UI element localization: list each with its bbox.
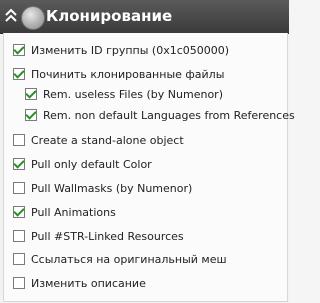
checkbox[interactable] <box>25 88 37 100</box>
option-reference-original-mesh[interactable]: Ссылаться на оригинальный меш <box>13 250 227 268</box>
option-label: Pull Wallmasks (by Numenor) <box>31 181 193 195</box>
option-label: Pull #STR-Linked Resources <box>31 229 184 243</box>
option-pull-str-linked-resources[interactable]: Pull #STR-Linked Resources <box>13 227 184 245</box>
option-label: Create a stand-alone object <box>31 133 184 147</box>
option-pull-wallmasks[interactable]: Pull Wallmasks (by Numenor) <box>13 179 192 197</box>
option-label: Изменить описание <box>31 276 146 290</box>
checkbox[interactable] <box>13 230 25 242</box>
cloning-panel: Клонирование Изменить ID группы (0x1c050… <box>0 0 295 303</box>
option-remove-useless-files[interactable]: Rem. useless Files (by Numenor) <box>25 85 223 103</box>
checkbox[interactable] <box>13 253 25 265</box>
option-fix-cloned-files[interactable]: Починить клонированные файлы <box>13 65 224 83</box>
disk-icon <box>21 6 45 30</box>
checkbox[interactable] <box>13 44 25 56</box>
panel-title: Клонирование <box>46 7 173 25</box>
checkbox[interactable] <box>25 109 37 121</box>
option-label: Ссылаться на оригинальный меш <box>31 252 227 266</box>
checkbox[interactable] <box>13 158 25 170</box>
option-pull-animations[interactable]: Pull Animations <box>13 203 116 221</box>
checkbox[interactable] <box>13 134 25 146</box>
option-change-description[interactable]: Изменить описание <box>13 274 146 292</box>
option-label: Pull only default Color <box>31 157 152 171</box>
chevron-up-icon[interactable] <box>4 6 18 26</box>
checkbox[interactable] <box>13 182 25 194</box>
checkbox[interactable] <box>13 206 25 218</box>
checkbox[interactable] <box>13 277 25 289</box>
option-change-group-id[interactable]: Изменить ID группы (0x1c050000) <box>13 41 229 59</box>
option-label: Починить клонированные файлы <box>31 67 225 81</box>
option-create-standalone-object[interactable]: Create a stand-alone object <box>13 131 184 149</box>
option-label: Pull Animations <box>31 205 116 219</box>
option-pull-only-default-color[interactable]: Pull only default Color <box>13 155 152 173</box>
options-list: Изменить ID группы (0x1c050000) Починить… <box>3 33 295 302</box>
option-remove-non-default-languages[interactable]: Rem. non default Languages from Referenc… <box>25 106 295 124</box>
checkbox[interactable] <box>13 68 25 80</box>
option-label: Rem. useless Files (by Numenor) <box>43 87 223 101</box>
option-label: Изменить ID группы (0x1c050000) <box>31 43 230 57</box>
panel-titlebar[interactable]: Клонирование <box>0 0 289 34</box>
option-label: Rem. non default Languages from Referenc… <box>43 108 295 122</box>
